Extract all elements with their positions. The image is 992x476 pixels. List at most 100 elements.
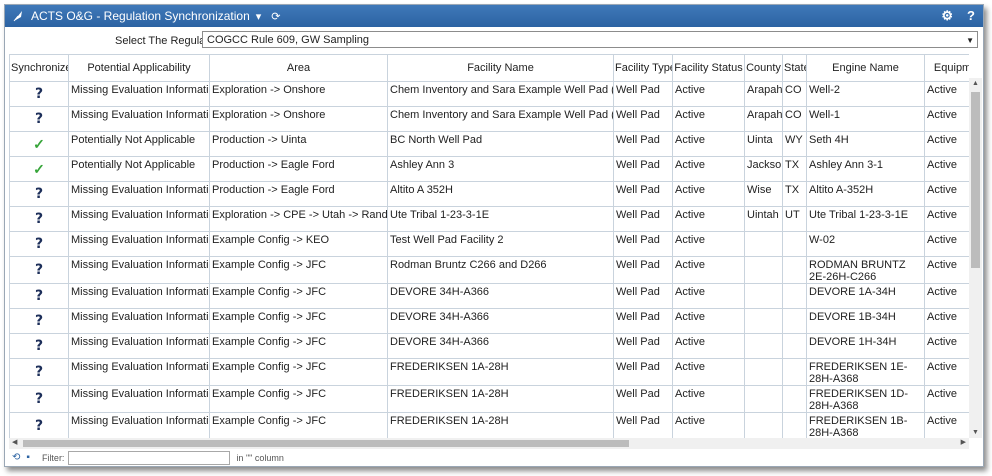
status-cell: Active [672, 283, 745, 309]
county-cell: Uinta [744, 131, 783, 157]
table-row[interactable]: ? Missing Evaluation Information Example C… [9, 333, 969, 359]
window-title: ACTS O&G - Regulation Synchronization [31, 9, 250, 23]
type-cell: Well Pad [613, 231, 673, 257]
vertical-scroll-thumb[interactable] [971, 92, 980, 268]
results-table: SynchronizedPotential ApplicabilityAreaF… [9, 54, 969, 438]
table-row[interactable]: ? Missing Evaluation Information Example C… [9, 385, 969, 413]
table-row[interactable]: ? Missing Evaluation Information Example C… [9, 231, 969, 257]
table-row[interactable]: ? Missing Evaluation Information Productio… [9, 181, 969, 207]
table-row[interactable]: ? Missing Evaluation Information Example C… [9, 308, 969, 334]
area-cell: Example Config -> JFC [209, 308, 388, 334]
horizontal-scrollbar[interactable]: ◀ ▶ [9, 438, 969, 449]
area-cell: Exploration -> Onshore [209, 81, 388, 107]
status-cell: Active [672, 333, 745, 359]
engine-cell: DEVORE 1B-34H [806, 308, 925, 334]
equip-cell: Active [924, 256, 969, 284]
facility-cell: FREDERIKSEN 1A-28H [387, 385, 614, 413]
table-row[interactable]: ? Missing Evaluation Information Explorati… [9, 81, 969, 107]
type-cell: Well Pad [613, 358, 673, 386]
vertical-scrollbar[interactable]: ▲ ▼ [969, 78, 982, 438]
question-icon: ? [34, 211, 44, 227]
column-header[interactable]: State [782, 54, 807, 82]
sync-cell: ? [9, 412, 69, 438]
sync-cell: ? [9, 256, 69, 284]
facility-cell: DEVORE 34H-A366 [387, 308, 614, 334]
filter-column-label: in "" column [236, 452, 284, 463]
table-row[interactable]: ✓ Potentially Not Applicable Production ->… [9, 131, 969, 157]
regulation-select[interactable]: COGCC Rule 609, GW Sampling ▼ [202, 31, 978, 48]
sync-cell: ? [9, 206, 69, 232]
area-cell: Example Config -> JFC [209, 385, 388, 413]
column-header[interactable]: Facility Name [387, 54, 614, 82]
status-cell: Active [672, 256, 745, 284]
table-header-row: SynchronizedPotential ApplicabilityAreaF… [9, 54, 969, 82]
facility-cell: FREDERIKSEN 1A-28H [387, 412, 614, 438]
equip-cell: Active [924, 181, 969, 207]
clear-filter-icon[interactable]: ▪ [26, 452, 30, 463]
type-cell: Well Pad [613, 206, 673, 232]
column-header[interactable]: Facility Type [613, 54, 673, 82]
scroll-down-icon[interactable]: ▼ [972, 429, 979, 436]
applicability-cell: Missing Evaluation Information [68, 283, 210, 309]
scroll-left-icon[interactable]: ◀ [12, 438, 17, 446]
dropdown-arrow-icon[interactable]: ▼ [966, 32, 974, 49]
facility-cell: Rodman Bruntz C266 and D266 [387, 256, 614, 284]
column-header[interactable]: Equipment Sta [924, 54, 969, 82]
column-header[interactable]: County [744, 54, 783, 82]
scroll-up-icon[interactable]: ▲ [972, 80, 979, 87]
engine-cell: FREDERIKSEN 1D-28H-A368 [806, 385, 925, 413]
filter-input[interactable] [68, 450, 231, 465]
table-row[interactable]: ✓ Potentially Not Applicable Production ->… [9, 156, 969, 182]
county-cell [744, 231, 783, 257]
area-cell: Production -> Eagle Ford [209, 181, 388, 207]
facility-cell: FREDERIKSEN 1A-28H [387, 358, 614, 386]
sync-cell: ? [9, 283, 69, 309]
table-row[interactable]: ? Missing Evaluation Information Explorati… [9, 206, 969, 232]
state-cell: CO [782, 106, 807, 132]
area-cell: Example Config -> KEO [209, 231, 388, 257]
applicability-cell: Missing Evaluation Information [68, 81, 210, 107]
refresh-filter-icon[interactable]: ⟲ [12, 452, 20, 463]
results-grid: SynchronizedPotential ApplicabilityAreaF… [9, 54, 969, 438]
scroll-right-icon[interactable]: ▶ [961, 438, 966, 446]
help-icon[interactable]: ? [967, 8, 975, 24]
county-cell: Uintah [744, 206, 783, 232]
column-header[interactable]: Facility Status [672, 54, 745, 82]
type-cell: Well Pad [613, 181, 673, 207]
title-bar: ACTS O&G - Regulation Synchronization ▾ … [5, 5, 983, 27]
facility-cell: Ute Tribal 1-23-3-1E [387, 206, 614, 232]
applicability-cell: Missing Evaluation Information [68, 412, 210, 438]
county-cell [744, 385, 783, 413]
horizontal-scroll-thumb[interactable] [23, 440, 629, 447]
column-header[interactable]: Engine Name [806, 54, 925, 82]
equip-cell: Active [924, 412, 969, 438]
refresh-icon[interactable]: ⟳ [271, 10, 280, 23]
column-header[interactable]: Synchronized [9, 54, 69, 82]
sync-cell: ? [9, 181, 69, 207]
status-cell: Active [672, 156, 745, 182]
column-header[interactable]: Potential Applicability [68, 54, 210, 82]
sync-cell: ? [9, 385, 69, 413]
chevron-down-icon[interactable]: ▾ [256, 10, 262, 23]
status-cell: Active [672, 106, 745, 132]
filter-bar: ⟲ ▪ Filter: in "" column [5, 449, 983, 466]
table-row[interactable]: ? Missing Evaluation Information Example C… [9, 256, 969, 284]
column-header[interactable]: Area [209, 54, 388, 82]
engine-cell: Seth 4H [806, 131, 925, 157]
table-row[interactable]: ? Missing Evaluation Information Example C… [9, 358, 969, 386]
engine-cell: Well-1 [806, 106, 925, 132]
table-row[interactable]: ? Missing Evaluation Information Explorati… [9, 106, 969, 132]
table-row[interactable]: ? Missing Evaluation Information Example C… [9, 412, 969, 438]
checkmark-icon: ✓ [33, 135, 45, 152]
county-cell [744, 308, 783, 334]
state-cell [782, 333, 807, 359]
checkmark-icon: ✓ [33, 160, 45, 177]
question-icon: ? [34, 186, 44, 202]
type-cell: Well Pad [613, 333, 673, 359]
table-row[interactable]: ? Missing Evaluation Information Example C… [9, 283, 969, 309]
type-cell: Well Pad [613, 156, 673, 182]
tools-icon[interactable]: ⚙ [941, 8, 953, 24]
equip-cell: Active [924, 131, 969, 157]
question-icon: ? [34, 111, 44, 127]
sync-cell: ? [9, 308, 69, 334]
